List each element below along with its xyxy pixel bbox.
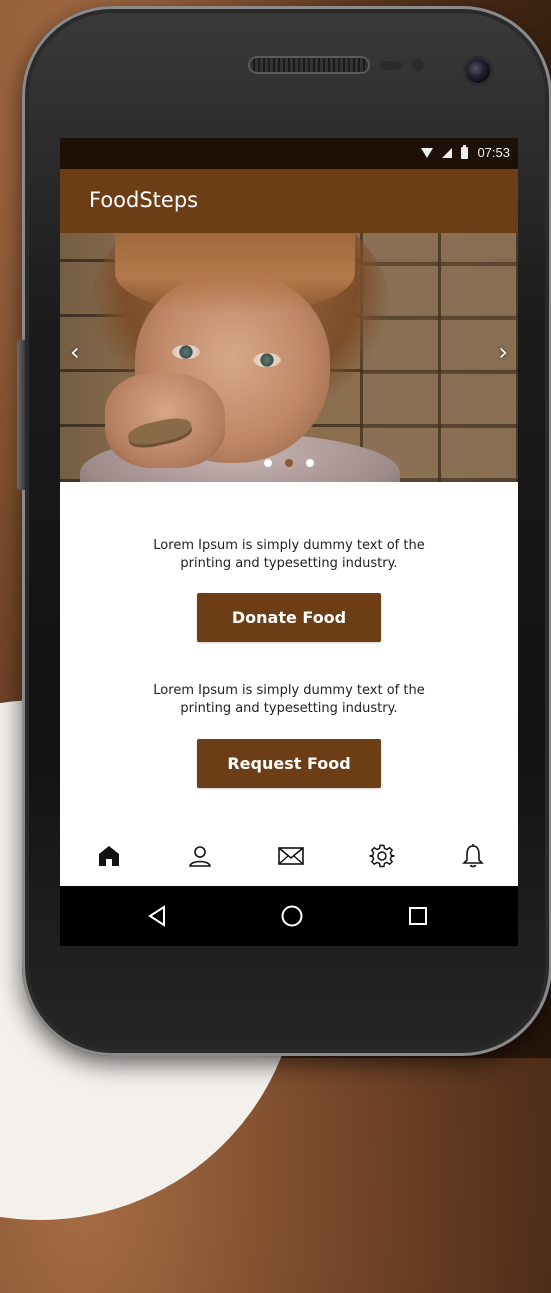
- settings-icon[interactable]: [364, 838, 400, 874]
- image-carousel[interactable]: ‹ ›: [60, 233, 518, 482]
- bottom-navigation: [60, 828, 518, 886]
- status-bar: 07:53: [60, 138, 518, 169]
- battery-icon: [461, 144, 469, 159]
- light-sensor: [412, 59, 424, 71]
- app-title: FoodSteps: [89, 188, 199, 212]
- front-camera: [466, 59, 490, 83]
- brick-wall: [360, 233, 518, 482]
- carousel-prev-chevron-icon[interactable]: ‹: [70, 340, 80, 364]
- home-circle-icon[interactable]: [276, 900, 308, 932]
- carousel-indicators: [264, 459, 314, 467]
- recents-icon[interactable]: [402, 900, 434, 932]
- child-right-eye: [253, 353, 281, 367]
- proximity-sensor: [380, 61, 402, 70]
- wifi-icon: [421, 147, 434, 158]
- status-time: 07:53: [477, 145, 510, 160]
- volume-button: [17, 340, 25, 490]
- donate-food-button[interactable]: Donate Food: [197, 593, 381, 642]
- signal-icon: [442, 147, 453, 158]
- carousel-dot-2[interactable]: [285, 459, 293, 467]
- notifications-icon[interactable]: [455, 838, 491, 874]
- carousel-next-chevron-icon[interactable]: ›: [498, 340, 508, 364]
- donate-description: Lorem Ipsum is simply dummy text of the …: [153, 538, 425, 571]
- child-bangs: [115, 233, 355, 313]
- request-food-button[interactable]: Request Food: [197, 739, 381, 788]
- profile-icon[interactable]: [182, 838, 218, 874]
- carousel-dot-1[interactable]: [264, 459, 272, 467]
- mail-icon[interactable]: [273, 838, 309, 874]
- carousel-dot-3[interactable]: [306, 459, 314, 467]
- request-description: Lorem Ipsum is simply dummy text of the …: [153, 683, 425, 716]
- home-icon[interactable]: [91, 838, 127, 874]
- app-bar: FoodSteps: [60, 169, 518, 233]
- back-icon[interactable]: [141, 900, 173, 932]
- child-left-eye: [172, 345, 200, 359]
- status-icons: 07:53: [421, 144, 510, 160]
- phone-screen: 07:53 FoodSteps ‹ › Lorem Ipsum is simpl…: [60, 138, 518, 946]
- earpiece-speaker: [250, 58, 368, 72]
- system-navigation-bar: [60, 886, 518, 946]
